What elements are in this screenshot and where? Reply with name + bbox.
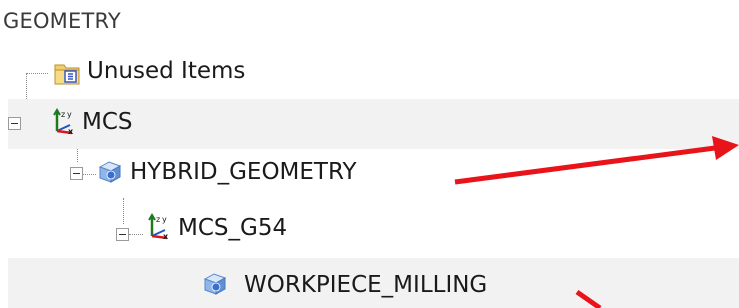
tree-item-hybrid-geometry[interactable]: HYBRID_GEOMETRY	[8, 149, 739, 199]
svg-text:x: x	[68, 127, 74, 135]
collapse-toggle[interactable]	[70, 167, 83, 180]
tree-item-label: Unused Items	[87, 58, 246, 84]
geometry-block-icon	[203, 273, 227, 295]
geometry-tree: Unused Items z y x MCS HYBRID_GEOMETRY z…	[0, 48, 739, 308]
tree-item-label: MCS	[82, 109, 133, 135]
tree-item-mcs-g54[interactable]: z y x MCS_G54	[8, 199, 739, 249]
folder-icon	[54, 64, 80, 85]
tree-item-label: WORKPIECE_MILLING	[244, 272, 488, 298]
tree-item-unused-items[interactable]: Unused Items	[8, 48, 739, 98]
tree-item-mcs[interactable]: z y x MCS	[8, 99, 739, 149]
svg-text:z: z	[156, 215, 160, 224]
tree-item-label: HYBRID_GEOMETRY	[130, 159, 357, 185]
coordinate-system-icon: z y x	[53, 108, 74, 135]
collapse-toggle[interactable]	[8, 117, 21, 130]
svg-text:z: z	[61, 110, 65, 119]
tree-item-label: MCS_G54	[178, 215, 288, 241]
operation-navigator-panel: GEOMETRY Unused Items z y x MCS HYBRID_G…	[0, 0, 739, 308]
svg-text:x: x	[163, 232, 169, 240]
svg-text:y: y	[162, 215, 167, 224]
svg-text:y: y	[67, 110, 72, 119]
collapse-toggle[interactable]	[116, 228, 129, 241]
column-header-geometry[interactable]: GEOMETRY	[3, 5, 739, 45]
tree-item-workpiece-milling[interactable]: WORKPIECE_MILLING	[8, 258, 739, 308]
geometry-block-icon	[98, 161, 122, 183]
coordinate-system-icon: z y x	[148, 213, 169, 240]
